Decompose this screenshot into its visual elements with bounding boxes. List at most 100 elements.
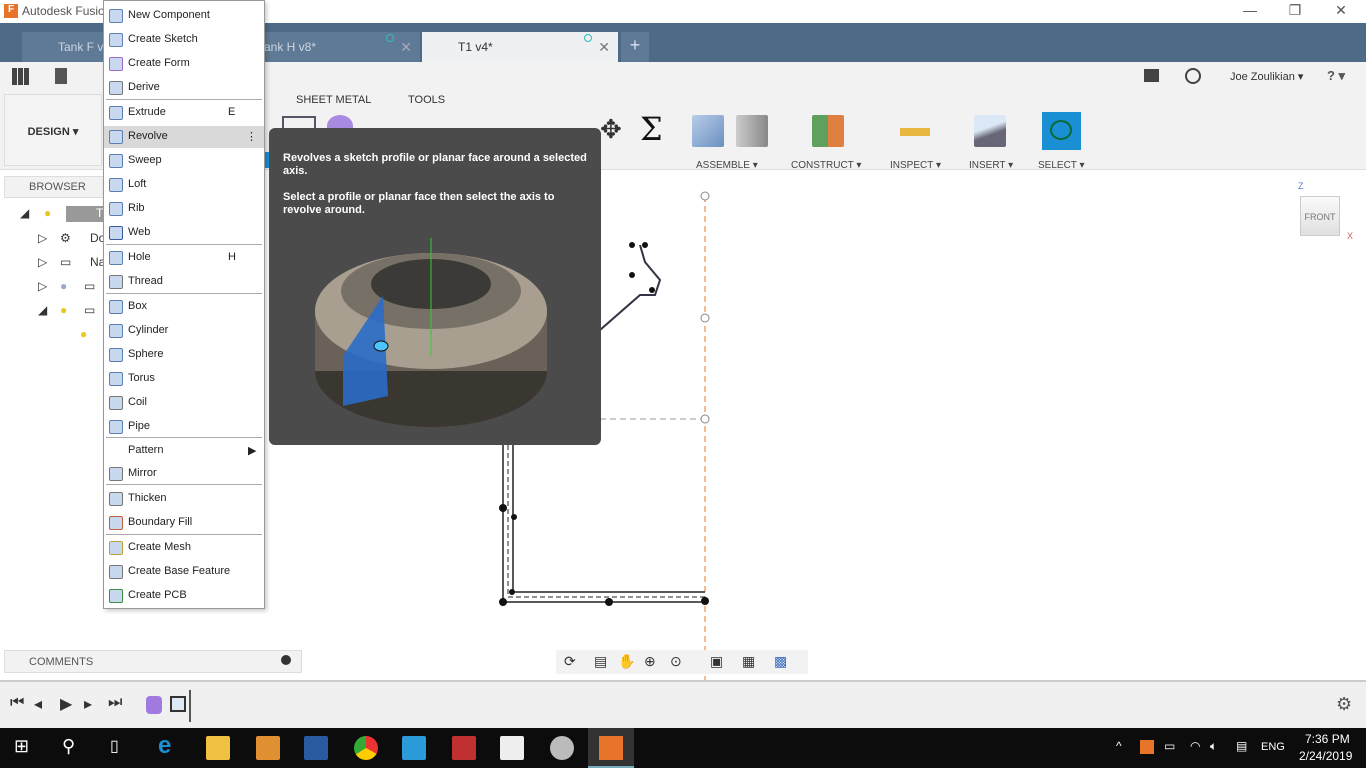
menu-item-create-base-feature[interactable]: Create Base Feature [104,561,264,583]
navigation-bar: ⟳ ▤ ✋ ⊕ ⊙ ▣ ▦ ▩ [556,650,808,674]
rib-icon [109,202,123,216]
menu-item-label: Revolve [128,130,168,142]
menu-item-thread[interactable]: Thread [104,271,264,293]
menu-item-label: Box [128,300,147,312]
sketch-profile-inner [512,445,705,593]
menu-item-pipe[interactable]: Pipe [104,416,264,438]
revolve-tooltip: Revolves a sketch profile or planar face… [269,128,601,445]
menu-item-sphere[interactable]: Sphere [104,344,264,366]
create-form-icon [109,57,123,71]
menu-item-sweep[interactable]: Sweep [104,150,264,172]
menu-item-thicken[interactable]: Thicken [104,488,264,510]
viewports-icon[interactable]: ▩ [774,653,787,670]
volume-icon[interactable]: 🔈︎ [1210,739,1217,754]
next-step-button[interactable]: ▸ [84,694,92,714]
calculator-icon[interactable] [500,736,524,760]
action-center-icon[interactable]: ▤ [1236,739,1247,753]
new-component-icon [109,9,123,23]
menu-item-torus[interactable]: Torus [104,368,264,390]
menu-item-mirror[interactable]: Mirror [104,463,264,485]
menu-item-create-pcb[interactable]: Create PCB [104,585,264,607]
cylinder-icon [109,324,123,338]
menu-item-create-sketch[interactable]: Create Sketch [104,29,264,51]
last-step-button[interactable]: ⏭ [108,694,122,712]
windows-taskbar: ⊞ ⚲ ▯ e ^ ▭ ◠ 🔈︎ ▤ ENG 7:36 PM 2/24/2019 [0,728,1366,768]
app-bracket-icon[interactable] [402,736,426,760]
task-view-icon[interactable]: ▯ [110,736,119,756]
edge-browser-icon[interactable]: e [158,732,182,759]
show-hidden-icons[interactable]: ^ [1116,739,1122,753]
web-icon [109,226,123,240]
menu-item-label: Extrude [128,106,166,118]
menu-item-revolve[interactable]: Revolve ⋮ [104,126,264,148]
thicken-icon [109,492,123,506]
app-red-icon[interactable] [452,736,476,760]
revolve-illustration [315,238,547,427]
menu-item-hole[interactable]: Hole H [104,247,264,269]
menu-item-cylinder[interactable]: Cylinder [104,320,264,342]
task-app-icon[interactable] [304,736,328,760]
pan-hand-icon[interactable]: ✋ [618,653,635,670]
menu-item-extrude[interactable]: Extrude E [104,102,264,124]
snipping-tool-icon[interactable] [550,736,574,760]
menu-item-loft[interactable]: Loft [104,174,264,196]
menu-item-rib[interactable]: Rib [104,198,264,220]
menu-item-label: Pattern [128,444,164,456]
add-comment-icon[interactable] [281,655,291,665]
menu-item-boundary-fill[interactable]: Boundary Fill [104,512,264,534]
menu-separator [106,99,262,100]
menu-item-pattern[interactable]: Pattern ▶ [104,440,264,462]
play-button[interactable]: ▶ [60,694,72,714]
menu-item-label: New Component [128,9,210,21]
menu-item-label: Create Mesh [128,541,191,553]
clock-time[interactable]: 7:36 PM [1305,732,1350,746]
menu-item-label: Sphere [128,348,164,360]
menu-item-label: Coil [128,396,147,408]
menu-item-coil[interactable]: Coil [104,392,264,414]
menu-item-label: Pipe [128,420,151,432]
battery-icon[interactable]: ▭ [1164,739,1175,753]
viewcube[interactable]: FRONT [1300,196,1340,236]
menu-item-label: Create Sketch [128,33,198,45]
timeline-settings-gear-icon[interactable]: ⚙ [1336,694,1352,715]
menu-item-derive[interactable]: Derive [104,77,264,99]
menu-item-web[interactable]: Web [104,222,264,244]
media-player-icon[interactable] [256,736,280,760]
fit-icon[interactable]: ⊙ [670,653,682,670]
tooltip-instructions: Select a profile or planar face then sel… [283,191,555,216]
windows-start-icon[interactable]: ⊞ [14,736,29,757]
language-indicator[interactable]: ENG [1261,741,1285,753]
search-icon[interactable]: ⚲ [62,736,75,757]
timeline-sketch-feature-icon[interactable] [170,696,186,712]
comments-panel[interactable]: COMMENTS [4,650,302,673]
menu-item-new-component[interactable]: New Component [104,5,264,27]
timeline-marker[interactable] [189,690,191,722]
menu-item-label: Thicken [128,492,167,504]
menu-separator [106,534,262,535]
menu-item-box[interactable]: Box [104,296,264,318]
menu-item-create-mesh[interactable]: Create Mesh [104,537,264,559]
menu-separator [106,244,262,245]
orbit-icon[interactable]: ⟳ [564,653,576,670]
fusion-taskbar-button[interactable] [588,728,634,768]
thread-icon [109,275,123,289]
file-explorer-icon[interactable] [206,736,230,760]
zoom-icon[interactable]: ⊕ [644,653,656,670]
clock-date[interactable]: 2/24/2019 [1299,749,1352,763]
shortcut-key: E [228,106,236,118]
menu-item-label: Sweep [128,154,162,166]
menu-item-create-form[interactable]: Create Form [104,53,264,75]
previous-step-button[interactable]: ◂ [34,694,42,714]
first-step-button[interactable]: ⏮ [10,694,24,712]
viewcube-face-front[interactable]: FRONT [1305,212,1336,222]
grid-settings-icon[interactable]: ▦ [742,653,755,670]
create-mesh-icon [109,541,123,555]
chrome-icon[interactable] [354,736,378,760]
more-options-icon[interactable]: ⋮ [246,130,257,143]
tray-app-icon[interactable] [1140,740,1154,754]
look-at-icon[interactable]: ▤ [594,653,607,670]
menu-item-label: Derive [128,81,160,93]
wifi-icon[interactable]: ◠ [1190,739,1200,753]
timeline-form-feature-icon[interactable] [146,696,162,714]
display-settings-icon[interactable]: ▣ [710,653,723,670]
